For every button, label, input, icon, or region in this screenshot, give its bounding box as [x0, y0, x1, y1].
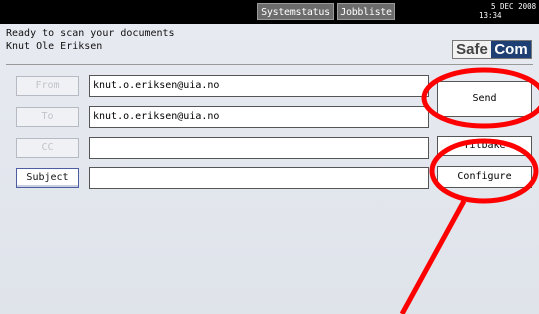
- date-text: 5 DEC 2008: [491, 2, 537, 11]
- subject-label-button[interactable]: Subject: [16, 168, 79, 188]
- logo-part-com: Com: [491, 41, 531, 58]
- logo-part-safe: Safe: [453, 41, 491, 58]
- clock: 5 DEC 2008 13:34: [479, 2, 536, 20]
- system-status-button[interactable]: Systemstatus: [257, 3, 334, 20]
- divider: [6, 64, 533, 65]
- safecom-logo: Safe Com: [452, 40, 532, 59]
- cc-field[interactable]: [89, 137, 429, 159]
- cc-label-button[interactable]: CC: [16, 138, 79, 158]
- time-text: 13:34: [479, 11, 502, 20]
- top-bar: Systemstatus Jobbliste 5 DEC 2008 13:34: [0, 0, 539, 24]
- subject-field[interactable]: [89, 167, 429, 189]
- send-button[interactable]: Send: [437, 81, 532, 117]
- status-message: Ready to scan your documents: [6, 28, 175, 39]
- job-list-button[interactable]: Jobbliste: [337, 3, 395, 20]
- from-label-button[interactable]: From: [16, 76, 79, 96]
- status-area: Ready to scan your documents Knut Ole Er…: [6, 27, 175, 53]
- user-name: Knut Ole Eriksen: [6, 41, 103, 52]
- from-field[interactable]: knut.o.eriksen@uia.no: [89, 75, 429, 97]
- configure-button[interactable]: Configure: [437, 166, 532, 188]
- back-button[interactable]: Tilbake: [437, 136, 532, 156]
- to-label-button[interactable]: To: [16, 107, 79, 127]
- to-field[interactable]: knut.o.eriksen@uia.no: [89, 106, 429, 128]
